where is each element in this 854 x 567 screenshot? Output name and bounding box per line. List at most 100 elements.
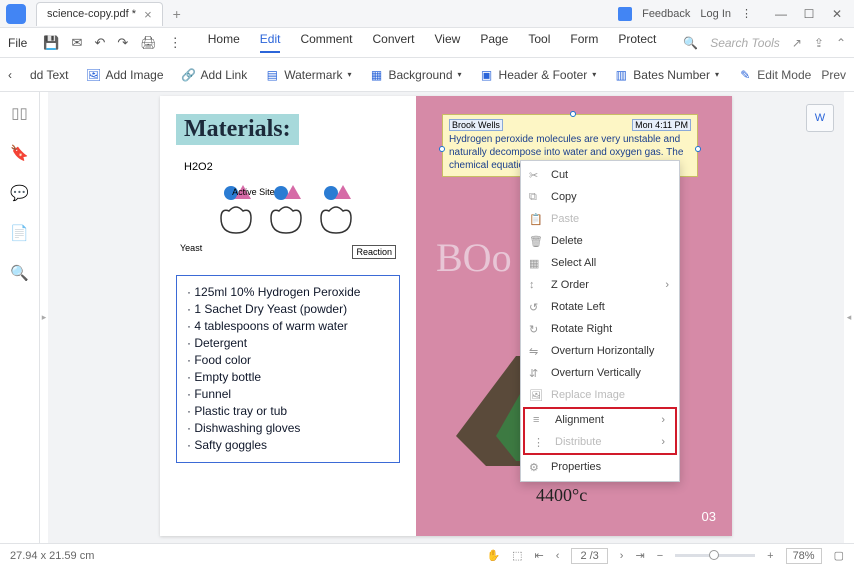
zoom-thumb[interactable] xyxy=(709,550,719,560)
feedback-link[interactable]: Feedback xyxy=(642,8,690,20)
menu-page[interactable]: Page xyxy=(480,32,508,53)
first-page-icon[interactable]: ⇤ xyxy=(535,549,544,562)
ctx-cut[interactable]: ✂Cut xyxy=(521,164,679,186)
toolbar-prev-icon[interactable]: ‹ xyxy=(8,68,12,82)
list-item: · Food color xyxy=(187,352,389,369)
selection-handle[interactable] xyxy=(439,146,445,152)
watermark-tool[interactable]: ▤Watermark▾ xyxy=(265,68,351,82)
properties-icon: ⚙ xyxy=(529,461,539,474)
search-icon[interactable]: 🔍 xyxy=(683,36,698,50)
boo-text: BOo xyxy=(436,234,512,281)
menu-more-icon[interactable]: ⋮ xyxy=(169,35,182,51)
collapse-ribbon-icon[interactable]: ⌃ xyxy=(836,36,846,50)
ctx-properties[interactable]: ⚙Properties xyxy=(521,456,679,478)
app-logo xyxy=(6,4,26,24)
more-icon[interactable]: ⋮ xyxy=(741,7,752,20)
sticky-time: Mon 4:11 PM xyxy=(632,119,691,131)
header-footer-tool[interactable]: ▣Header & Footer▾ xyxy=(480,68,597,82)
maximize-icon[interactable]: ☐ xyxy=(798,7,820,21)
search-input[interactable]: Search Tools xyxy=(710,36,780,50)
page-indicator[interactable]: 2 /3 xyxy=(571,548,607,564)
feedback-icon[interactable] xyxy=(618,7,632,21)
preview-toggle[interactable]: Prev xyxy=(821,68,846,82)
file-menu[interactable]: File xyxy=(8,36,27,50)
ctx-z-order[interactable]: ↕Z Order xyxy=(521,274,679,296)
collapse-right-icon[interactable]: ◂ xyxy=(844,92,854,543)
share-icon[interactable]: ↗ xyxy=(792,36,802,50)
context-menu: ✂Cut ⧉Copy 📋Paste 🗑Delete ▦Select All ↕Z… xyxy=(520,160,680,482)
document-tab[interactable]: science-copy.pdf * × xyxy=(36,2,163,26)
menu-comment[interactable]: Comment xyxy=(300,32,352,53)
list-item: · Funnel xyxy=(187,386,389,403)
thumbnail-panel-icon[interactable]: ▯▯ xyxy=(11,104,28,122)
ctx-overturn-h[interactable]: ⇋Overturn Horizontally xyxy=(521,340,679,362)
list-item: · Dishwashing gloves xyxy=(187,420,389,437)
background-tool[interactable]: ▦Background▾ xyxy=(369,68,461,82)
ctx-rotate-right[interactable]: ↻Rotate Right xyxy=(521,318,679,340)
menu-convert[interactable]: Convert xyxy=(372,32,414,53)
tab-title: science-copy.pdf * xyxy=(47,8,136,20)
ctx-delete[interactable]: 🗑Delete xyxy=(521,230,679,252)
edit-mode-tool[interactable]: ✎Edit Mode xyxy=(738,68,811,82)
left-sidebar: ▯▯ 🔖 💬 📄 🔍 xyxy=(0,92,40,543)
ctx-overturn-v[interactable]: ⇵Overturn Vertically xyxy=(521,362,679,384)
new-tab-icon[interactable]: + xyxy=(173,6,181,22)
save-icon[interactable]: 💾 xyxy=(43,35,59,51)
bates-number-tool[interactable]: ▥Bates Number▾ xyxy=(614,68,719,82)
menu-home[interactable]: Home xyxy=(208,32,240,53)
selection-handle[interactable] xyxy=(570,111,576,117)
login-link[interactable]: Log In xyxy=(700,8,731,20)
menu-form[interactable]: Form xyxy=(570,32,598,53)
materials-heading: Materials: xyxy=(176,114,299,145)
hand-tool-icon[interactable]: ✋ xyxy=(486,549,500,562)
add-text-tool[interactable]: dd Text xyxy=(30,68,68,82)
close-window-icon[interactable]: ✕ xyxy=(826,7,848,21)
replaceimg-icon: 🖼 xyxy=(529,389,543,402)
selection-handle[interactable] xyxy=(695,146,701,152)
undo-icon[interactable]: ↶ xyxy=(94,35,105,51)
add-link-tool[interactable]: 🔗Add Link xyxy=(182,68,248,82)
close-tab-icon[interactable]: × xyxy=(144,7,152,22)
minimize-icon[interactable]: — xyxy=(770,7,792,21)
attachment-panel-icon[interactable]: 📄 xyxy=(10,224,29,242)
search-panel-icon[interactable]: 🔍 xyxy=(10,264,29,282)
menu-edit[interactable]: Edit xyxy=(260,32,281,53)
list-item: · Safty goggles xyxy=(187,437,389,454)
comment-panel-icon[interactable]: 💬 xyxy=(10,184,29,202)
menu-tool[interactable]: Tool xyxy=(528,32,550,53)
rotateleft-icon: ↺ xyxy=(529,301,538,314)
word-export-icon[interactable]: W xyxy=(806,104,834,132)
collapse-left-icon[interactable]: ▸ xyxy=(40,92,48,543)
cloud-icon[interactable]: ⇪ xyxy=(814,36,824,50)
document-canvas[interactable]: Materials: H2O2 Yeas xyxy=(48,92,844,543)
zoom-in-icon[interactable]: + xyxy=(767,550,773,562)
menu-bar: File 💾 ✉ ↶ ↷ 🖨 ⋮ Home Edit Comment Conve… xyxy=(0,28,854,58)
ctx-select-all[interactable]: ▦Select All xyxy=(521,252,679,274)
add-image-tool[interactable]: 🖼Add Image xyxy=(86,68,163,82)
print-icon[interactable]: 🖨 xyxy=(140,35,157,51)
menu-protect[interactable]: Protect xyxy=(618,32,656,53)
delete-icon: 🗑 xyxy=(529,235,543,248)
list-item: · 125ml 10% Hydrogen Peroxide xyxy=(187,284,389,301)
zoom-slider[interactable] xyxy=(675,554,755,557)
ctx-copy[interactable]: ⧉Copy xyxy=(521,186,679,208)
active-site-label: Active Site xyxy=(232,187,275,203)
ctx-rotate-left[interactable]: ↺Rotate Left xyxy=(521,296,679,318)
bookmark-panel-icon[interactable]: 🔖 xyxy=(10,144,29,162)
zoom-level[interactable]: 78% xyxy=(786,548,822,564)
last-page-icon[interactable]: ⇥ xyxy=(635,549,644,562)
page-left-content: Materials: H2O2 Yeas xyxy=(160,96,416,536)
sticky-author: Brook Wells xyxy=(449,119,503,131)
prev-page-icon[interactable]: ‹ xyxy=(556,550,560,562)
next-page-icon[interactable]: › xyxy=(620,550,624,562)
menu-view[interactable]: View xyxy=(435,32,461,53)
redo-icon[interactable]: ↷ xyxy=(117,35,128,51)
fit-page-icon[interactable]: ▢ xyxy=(834,549,844,562)
list-item: · Empty bottle xyxy=(187,369,389,386)
select-tool-icon[interactable]: ⬚ xyxy=(512,549,522,562)
list-item: · Detergent xyxy=(187,335,389,352)
mail-icon[interactable]: ✉ xyxy=(72,35,83,51)
zorder-icon: ↕ xyxy=(529,279,535,291)
zoom-out-icon[interactable]: − xyxy=(657,550,663,562)
ctx-alignment[interactable]: ≡Alignment xyxy=(525,409,675,431)
